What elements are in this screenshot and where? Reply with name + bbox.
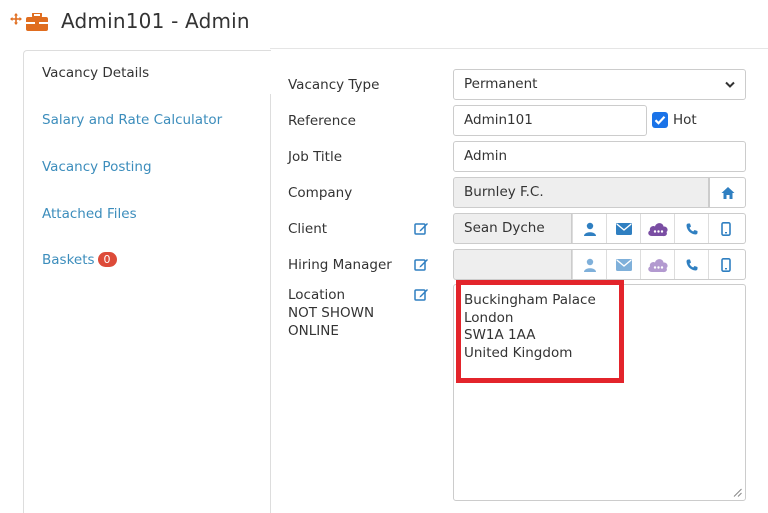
envelope-icon <box>615 222 632 235</box>
chevron-down-icon <box>725 81 735 88</box>
user-icon <box>583 222 596 236</box>
client-user-button[interactable] <box>572 214 606 243</box>
vacancy-type-label: Vacancy Type <box>288 77 380 93</box>
envelope-icon <box>615 258 632 271</box>
job-title-input[interactable]: Admin <box>453 141 746 172</box>
cloud-chat-icon <box>647 222 668 236</box>
location-label: Location <box>288 287 346 303</box>
hot-label: Hot <box>673 112 697 128</box>
location-not-shown-label: NOT SHOWN <box>288 305 375 321</box>
home-icon <box>721 186 734 199</box>
reference-label: Reference <box>288 113 356 129</box>
hiring-manager-phone-button[interactable] <box>674 250 708 279</box>
resize-grip-icon[interactable] <box>733 488 742 497</box>
phone-icon <box>686 259 697 270</box>
phone-icon <box>686 223 697 234</box>
company-home-button[interactable] <box>709 177 746 208</box>
vacancy-type-select[interactable]: Permanent <box>453 69 746 100</box>
client-input[interactable]: Sean Dyche <box>453 213 572 244</box>
hiring-manager-contact-buttons <box>572 249 746 280</box>
job-title-label: Job Title <box>288 149 343 165</box>
client-chat-button[interactable] <box>640 214 674 243</box>
client-mobile-button[interactable] <box>708 214 742 243</box>
page-title: Admin101 - Admin <box>61 9 250 33</box>
tab-baskets-label: Baskets <box>42 252 95 268</box>
checkmark-icon <box>654 116 666 125</box>
tab-vacancy-posting[interactable]: Vacancy Posting <box>42 159 152 175</box>
edit-hiring-manager-icon[interactable] <box>414 257 429 272</box>
edit-client-icon[interactable] <box>414 221 429 236</box>
company-input[interactable]: Burnley F.C. <box>453 177 709 208</box>
tab-salary-rate-calculator[interactable]: Salary and Rate Calculator <box>42 112 222 128</box>
cloud-chat-icon <box>647 258 668 272</box>
mobile-icon <box>720 257 731 272</box>
reference-input[interactable]: Admin101 <box>453 105 647 136</box>
client-email-button[interactable] <box>606 214 640 243</box>
hiring-manager-label: Hiring Manager <box>288 257 392 273</box>
hot-checkbox[interactable] <box>652 112 668 128</box>
mobile-icon <box>720 221 731 236</box>
hiring-manager-email-button[interactable] <box>606 250 640 279</box>
hiring-manager-user-button[interactable] <box>572 250 606 279</box>
vacancy-type-value: Permanent <box>464 76 538 92</box>
header-divider <box>270 48 768 49</box>
hiring-manager-input[interactable] <box>453 249 572 280</box>
page-header: Admin101 - Admin <box>0 0 768 48</box>
location-online-label: ONLINE <box>288 323 339 339</box>
hiring-manager-chat-button[interactable] <box>640 250 674 279</box>
edit-location-icon[interactable] <box>414 287 429 302</box>
company-label: Company <box>288 185 353 201</box>
highlight-annotation-box <box>456 280 624 383</box>
hiring-manager-mobile-button[interactable] <box>708 250 742 279</box>
tabs-border-left <box>23 94 24 513</box>
tab-baskets[interactable]: Baskets 0 <box>42 252 117 268</box>
tab-attached-files[interactable]: Attached Files <box>42 206 137 222</box>
client-label: Client <box>288 221 328 237</box>
move-arrows-icon[interactable] <box>10 13 22 25</box>
user-icon <box>583 258 596 272</box>
tab-vacancy-details-label[interactable]: Vacancy Details <box>42 65 149 81</box>
tabs-border-right <box>270 94 271 513</box>
briefcase-icon <box>26 13 48 31</box>
baskets-count-badge: 0 <box>97 252 117 267</box>
client-phone-button[interactable] <box>674 214 708 243</box>
client-contact-buttons <box>572 213 746 244</box>
